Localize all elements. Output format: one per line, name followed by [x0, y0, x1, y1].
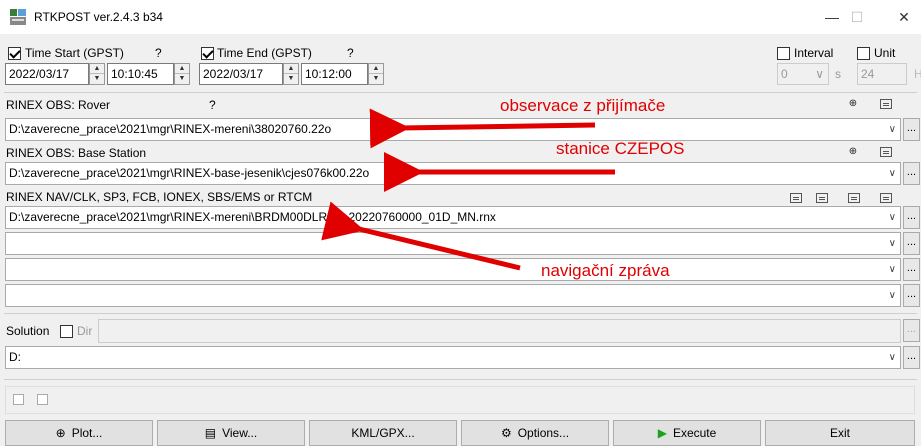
annotation-rover: observace z přijímače — [500, 96, 666, 115]
arrow-rover — [369, 108, 596, 149]
annotation-nav: navigační zpráva — [541, 261, 670, 280]
arrow-nav — [321, 201, 521, 271]
annotation-arrows — [321, 108, 615, 271]
annotation-base: stanice CZEPOS — [556, 139, 685, 158]
